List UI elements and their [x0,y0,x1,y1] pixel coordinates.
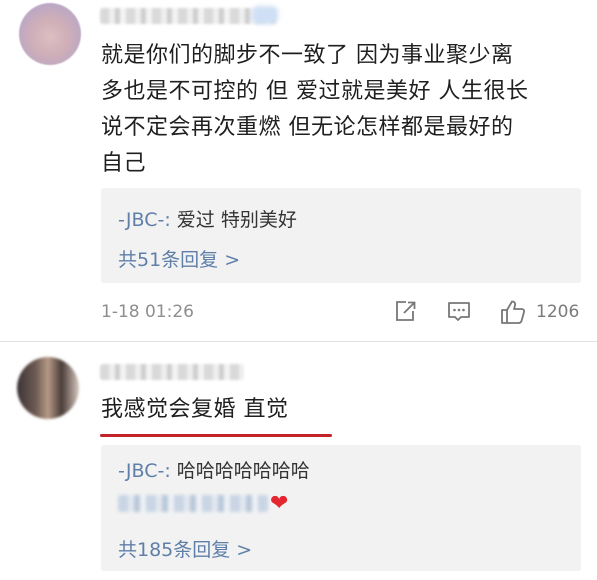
comment-text: 我感觉会复婚 直觉 [101,397,289,422]
comment-icon[interactable] [446,298,472,326]
reply-preview-line: -JBC-: 爱过 特别美好 [118,205,297,232]
reply-text: 爱过 特别美好 [170,209,297,231]
comment-text-line: 自己 [101,151,147,176]
red-underline-annotation [100,434,332,437]
reply-author[interactable]: -JBC-: [118,209,171,231]
comment-text-line: 就是你们的脚步不一致了 因为事业聚少离 [101,43,514,68]
view-all-replies-link[interactable]: 共51条回复 > [118,245,240,272]
view-all-replies-link[interactable]: 共185条回复 > [118,535,252,562]
comment-item: 就是你们的脚步不一致了 因为事业聚少离 多也是不可控的 但 爱过就是美好 人生很… [0,0,597,342]
like-count: 1206 [536,302,580,322]
reply-author[interactable]: -JBC-: [118,460,171,482]
reply-preview-box[interactable]: -JBC-: 哈哈哈哈哈哈哈 ❤ 共185条回复 > [101,445,581,571]
reply-preview-line: ❤ [118,491,288,516]
reply-preview-line: -JBC-: 哈哈哈哈哈哈哈 [118,456,310,483]
avatar[interactable] [17,357,79,419]
avatar[interactable] [19,3,81,65]
reply-preview-box[interactable]: -JBC-: 爱过 特别美好 共51条回复 > [101,188,581,283]
thumbs-up-icon[interactable] [499,298,527,326]
comment-item: 我感觉会复婚 直觉 -JBC-: 哈哈哈哈哈哈哈 ❤ 共185条回复 > [0,342,597,580]
comment-text: 就是你们的脚步不一致了 因为事业聚少离 多也是不可控的 但 爱过就是美好 人生很… [101,38,581,182]
username-blurred[interactable] [100,364,244,380]
reply-blurred [118,495,268,512]
comment-text-line: 多也是不可控的 但 爱过就是美好 人生很长 [101,79,529,104]
reply-text: 哈哈哈哈哈哈哈 [170,460,310,482]
username-blurred[interactable] [100,8,276,24]
heart-emoji-icon: ❤ [270,491,289,516]
share-icon[interactable] [393,298,417,326]
comment-text-line: 说不定会再次重燃 但无论怎样都是最好的 [101,115,514,140]
comment-time: 1-18 01:26 [101,302,194,322]
